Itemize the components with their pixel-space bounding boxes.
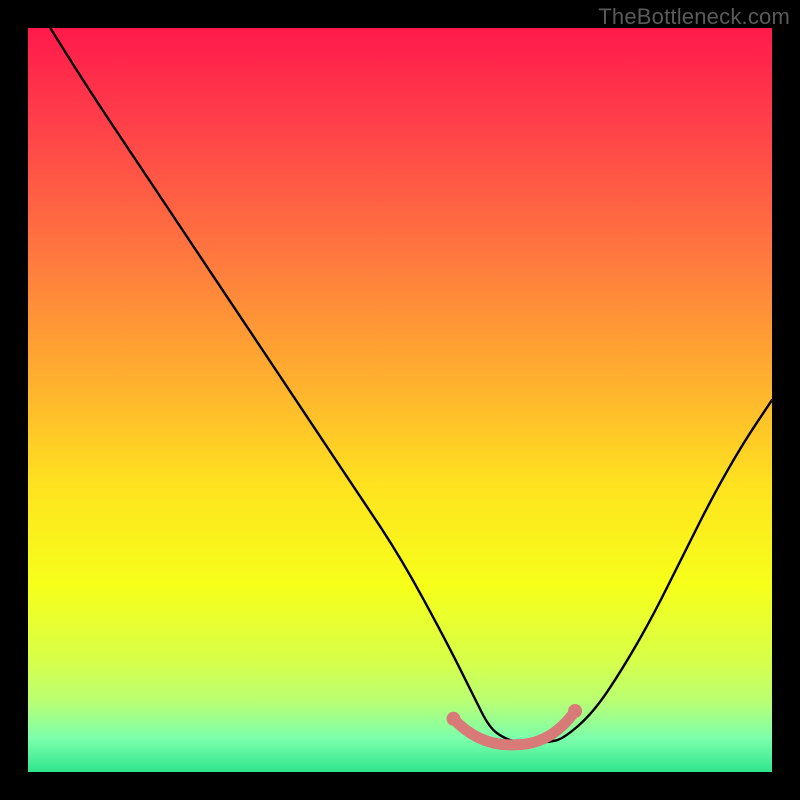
bottleneck-curve [28,28,772,772]
outer-frame: TheBottleneck.com [0,0,800,800]
plot-area [28,28,772,772]
curve-path [50,28,772,742]
watermark-text: TheBottleneck.com [598,4,790,30]
accent-dot-right [568,704,582,718]
accent-dot-left [447,712,461,726]
